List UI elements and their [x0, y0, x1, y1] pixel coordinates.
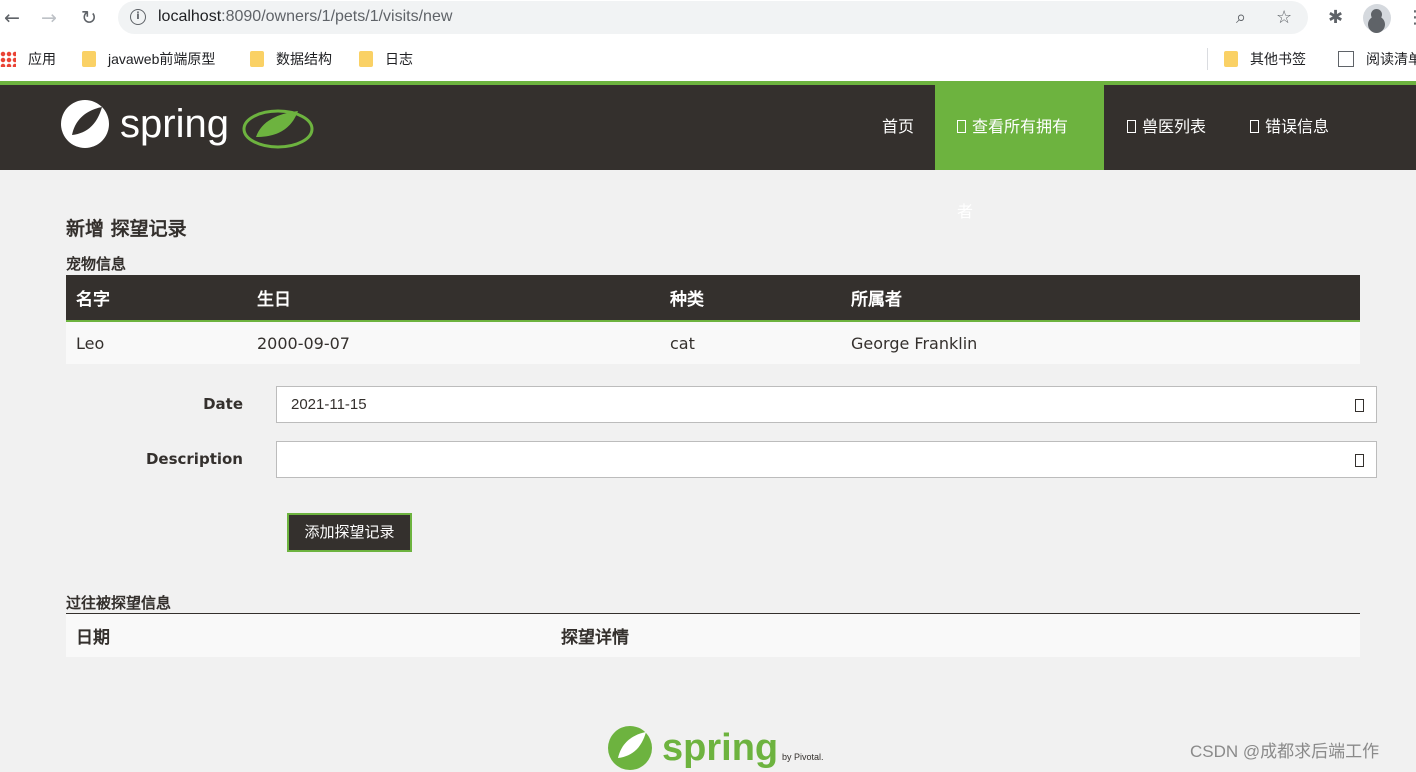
footer-spring-logo: spring by Pivotal. [608, 726, 824, 770]
reading-list[interactable]: 阅读清单 [1338, 50, 1416, 68]
warning-icon [1250, 120, 1259, 133]
zoom-icon[interactable]: ⌕ [1236, 7, 1246, 28]
list-icon [1127, 120, 1136, 133]
folder-icon [82, 51, 96, 67]
bookmark-javaweb[interactable]: javaweb前端原型 [82, 50, 215, 68]
column-header-name: 名字 [66, 275, 247, 322]
nav-find-owners-label: 查看所有拥有者 [957, 119, 1069, 221]
folder-icon [250, 51, 264, 67]
bookmarks-bar: 应用 javaweb前端原型 数据结构 日志 其他书签 阅读清单 [0, 37, 1416, 81]
calendar-icon[interactable] [1355, 399, 1364, 412]
page-title: 新增 探望记录 [66, 218, 187, 240]
reading-list-icon [1338, 51, 1354, 67]
footer-brand-text: spring [662, 727, 778, 769]
bookmark-log[interactable]: 日志 [359, 50, 413, 68]
reload-icon[interactable]: ↻ [77, 6, 101, 30]
url-path: :8090/owners/1/pets/1/visits/new [221, 8, 453, 25]
address-bar[interactable]: i localhost:8090/owners/1/pets/1/visits/… [118, 1, 1308, 34]
nav-find-owners[interactable]: 查看所有拥有者 [935, 85, 1104, 221]
folder-icon [1224, 51, 1238, 67]
pet-table: 名字 生日 种类 所属者 Leo 2000-09-07 cat George F… [66, 275, 1360, 364]
bookmark-star-icon[interactable]: ☆ [1276, 7, 1292, 28]
bookmark-apps[interactable]: 应用 [0, 50, 56, 68]
input-status-icon [1355, 454, 1364, 467]
nav-home-label: 首页 [882, 119, 915, 136]
menu-icon[interactable]: ⋮ [1406, 7, 1416, 28]
date-label: Date [203, 395, 243, 413]
site-navbar: spring 首页 查看所有拥有者 兽医列表 错误信息 [0, 81, 1416, 221]
site-info-icon[interactable]: i [130, 9, 146, 25]
pet-birthdate-cell: 2000-09-07 [247, 321, 660, 364]
nav-vets-label: 兽医列表 [1142, 119, 1207, 136]
reading-list-label: 阅读清单 [1366, 51, 1416, 67]
back-arrow-icon[interactable]: ← [0, 6, 24, 30]
bookmark-label: 日志 [385, 51, 413, 67]
pet-name-cell: Leo [66, 321, 247, 364]
add-visit-button[interactable]: 添加探望记录 [287, 513, 412, 552]
nav-error-label: 错误信息 [1265, 119, 1330, 136]
nav-vets[interactable]: 兽医列表 [1105, 85, 1228, 170]
date-input[interactable]: 2021-11-15 [276, 386, 1377, 423]
footer-by-pivotal: by Pivotal. [782, 752, 824, 762]
description-input[interactable] [276, 441, 1377, 478]
visits-table: 日期 探望详情 [66, 613, 1360, 657]
table-row: Leo 2000-09-07 cat George Franklin [66, 321, 1360, 364]
bookmark-label: 应用 [28, 51, 56, 67]
pet-owner-cell: George Franklin [841, 321, 1360, 364]
extensions-icon[interactable]: ✱ [1328, 7, 1343, 28]
nav-home[interactable]: 首页 [860, 85, 936, 170]
cloud-leaf-shape [256, 111, 298, 137]
visits-table-header: 日期 探望详情 [66, 613, 1360, 657]
column-header-type: 种类 [660, 275, 841, 322]
csdn-watermark: CSDN @成都求后端工作 [1190, 742, 1380, 761]
column-header-birthdate: 生日 [247, 275, 660, 322]
date-value: 2021-11-15 [291, 396, 367, 413]
folder-icon [359, 51, 373, 67]
profile-avatar[interactable] [1363, 4, 1391, 32]
bookmark-data-structures[interactable]: 数据结构 [250, 50, 332, 68]
brand-text: spring [120, 102, 229, 146]
url-text[interactable]: localhost:8090/owners/1/pets/1/visits/ne… [158, 8, 452, 26]
bookmark-label: javaweb前端原型 [108, 51, 216, 67]
previous-visits-heading: 过往被探望信息 [66, 594, 172, 612]
description-label: Description [145, 450, 243, 468]
spring-logo[interactable]: spring [58, 97, 318, 153]
column-header-owner: 所属者 [841, 275, 1360, 322]
column-header-description: 探望详情 [551, 613, 1360, 657]
url-host: localhost [158, 8, 222, 25]
bookmark-label: 数据结构 [276, 51, 332, 67]
nav-error[interactable]: 错误信息 [1228, 85, 1351, 170]
search-icon [957, 120, 966, 133]
bookmark-other[interactable]: 其他书签 [1224, 50, 1306, 68]
bookmarks-divider [1207, 48, 1208, 70]
apps-grid-icon [0, 51, 16, 67]
pet-type-cell: cat [660, 321, 841, 364]
forward-arrow-icon[interactable]: → [37, 6, 61, 30]
column-header-date: 日期 [66, 613, 551, 657]
pet-info-heading: 宠物信息 [66, 255, 127, 273]
pet-table-header: 名字 生日 种类 所属者 [66, 275, 1360, 322]
bookmark-label: 其他书签 [1250, 51, 1306, 67]
browser-toolbar: ← → ↻ i localhost:8090/owners/1/pets/1/v… [0, 0, 1416, 37]
